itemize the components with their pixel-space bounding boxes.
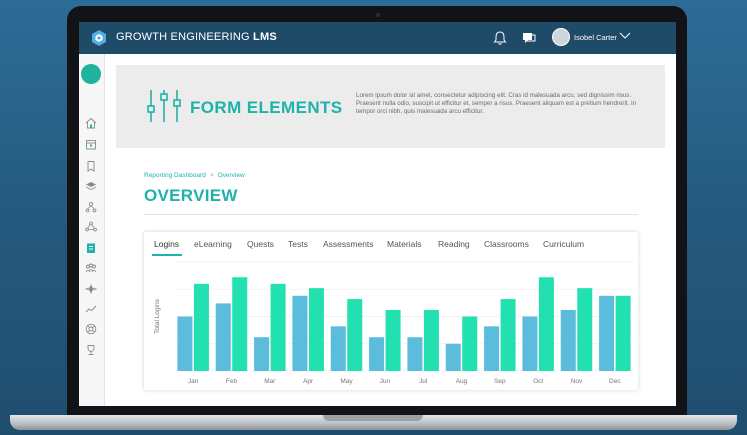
hierarchy-icon[interactable]	[85, 201, 97, 213]
tab-logins[interactable]: Logins	[154, 239, 179, 249]
app-title-main: GROWTH ENGINEERING	[116, 31, 250, 43]
page-banner: FORM ELEMENTS Lorem ipsum dolor sit amet…	[116, 65, 665, 148]
clipboard-icon[interactable]	[85, 242, 97, 254]
bar-mar-series-1[interactable]	[254, 337, 270, 371]
tab-materials[interactable]: Materials	[387, 239, 421, 249]
title-divider	[144, 214, 638, 215]
bar-apr-series-1[interactable]	[292, 295, 308, 371]
x-tick-label-may: May	[340, 378, 353, 385]
tab-reading[interactable]: Reading	[438, 239, 470, 249]
tab-curriculum[interactable]: Curriculum	[543, 239, 584, 249]
layers-icon[interactable]	[85, 180, 97, 192]
x-tick-label-mar: Mar	[264, 378, 276, 385]
bar-sep-series-2[interactable]	[500, 299, 516, 371]
x-tick-label-oct: Oct	[533, 378, 543, 385]
bookmark-icon[interactable]	[85, 160, 97, 172]
sidebar	[79, 54, 105, 406]
camera-dot	[376, 13, 380, 17]
x-tick-label-jun: Jun	[380, 378, 391, 385]
bar-jan-series-1[interactable]	[177, 316, 193, 372]
bar-jan-series-2[interactable]	[193, 283, 209, 371]
bar-oct-series-1[interactable]	[522, 316, 538, 372]
bar-jul-series-2[interactable]	[423, 309, 439, 371]
avatar[interactable]	[552, 28, 570, 46]
chevron-down-icon[interactable]	[619, 32, 631, 40]
tab-classrooms[interactable]: Classrooms	[484, 239, 529, 249]
bar-jul-series-1[interactable]	[407, 337, 423, 371]
user-name[interactable]: Isobel Carter	[574, 33, 617, 42]
bar-nov-series-1[interactable]	[560, 309, 576, 371]
banner-description: Lorem ipsum dolor sit amet, consectetur …	[356, 92, 637, 116]
bar-apr-series-2[interactable]	[308, 288, 324, 371]
lifebuoy-icon[interactable]	[85, 323, 97, 335]
breadcrumb: Reporting Dashboard > Overview	[144, 172, 245, 179]
logins-bar-chart: Total Logins Jan Feb Mar Apr May Jun Jul Aug Sep O…	[154, 261, 634, 385]
app-title-bold: LMS	[253, 31, 277, 43]
network-icon[interactable]	[85, 221, 97, 233]
x-tick-label-sep: Sep	[494, 378, 506, 385]
x-tick-label-jan: Jan	[188, 378, 199, 385]
x-tick-label-dec: Dec	[609, 378, 621, 385]
sidebar-profile-dot[interactable]	[81, 64, 101, 84]
home-icon[interactable]	[85, 117, 97, 129]
chat-icon[interactable]	[522, 31, 536, 45]
bar-may-series-2[interactable]	[347, 299, 363, 371]
x-tick-label-feb: Feb	[226, 378, 238, 385]
page-title: OVERVIEW	[144, 186, 238, 205]
group-icon[interactable]	[85, 262, 97, 274]
bar-dec-series-1[interactable]	[599, 295, 615, 371]
x-tick-label-nov: Nov	[571, 378, 583, 385]
sliders-icon	[147, 90, 181, 122]
bar-feb-series-1[interactable]	[215, 303, 231, 371]
x-tick-label-apr: Apr	[303, 378, 314, 385]
bar-dec-series-2[interactable]	[615, 295, 631, 371]
x-tick-label-aug: Aug	[456, 378, 468, 385]
trend-icon[interactable]	[85, 303, 97, 315]
bar-oct-series-2[interactable]	[538, 277, 554, 371]
breadcrumb-parent-link[interactable]: Reporting Dashboard	[144, 172, 206, 179]
y-axis-label: Total Logins	[154, 298, 161, 333]
laptop-notch	[323, 415, 423, 421]
chart-card: Logins eLearning Quests Tests Assessment…	[144, 232, 638, 390]
tab-tests[interactable]: Tests	[288, 239, 308, 249]
bar-nov-series-2[interactable]	[577, 288, 593, 371]
bar-sep-series-1[interactable]	[484, 326, 500, 371]
tab-elearning[interactable]: eLearning	[194, 239, 232, 249]
bar-aug-series-1[interactable]	[445, 343, 461, 371]
chart-tabs: Logins eLearning Quests Tests Assessment…	[144, 232, 638, 256]
bar-mar-series-2[interactable]	[270, 283, 286, 371]
top-bar: GROWTH ENGINEERING LMS Isobel Carter	[79, 22, 676, 54]
app-title: GROWTH ENGINEERING LMS	[116, 31, 277, 43]
bar-may-series-1[interactable]	[330, 326, 346, 371]
breadcrumb-separator-icon: >	[209, 172, 214, 179]
calendar-icon[interactable]	[85, 138, 97, 150]
bell-icon[interactable]	[493, 30, 507, 46]
bar-feb-series-2[interactable]	[232, 277, 248, 371]
breadcrumb-current: Overview	[217, 172, 245, 179]
bar-jun-series-1[interactable]	[369, 337, 385, 371]
tab-quests[interactable]: Quests	[247, 239, 274, 249]
banner-title: FORM ELEMENTS	[190, 98, 343, 117]
hexagon-logo-icon[interactable]	[90, 29, 108, 47]
app-screen: GROWTH ENGINEERING LMS Isobel Carter FOR…	[79, 22, 676, 406]
compass-icon[interactable]	[85, 283, 97, 295]
trophy-icon[interactable]	[85, 344, 97, 356]
bar-jun-series-2[interactable]	[385, 309, 401, 371]
x-tick-label-jul: Jul	[419, 378, 428, 385]
tab-assessments[interactable]: Assessments	[323, 239, 374, 249]
bar-aug-series-2[interactable]	[462, 316, 478, 372]
